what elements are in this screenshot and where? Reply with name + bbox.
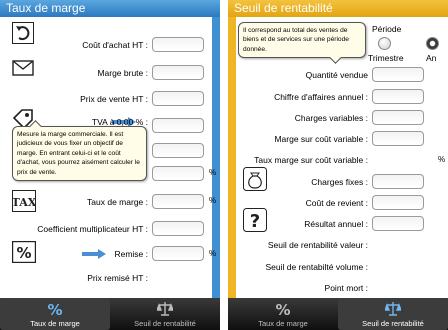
percent-tab-icon: % [275, 301, 290, 318]
quarter-label: Trimestre [368, 53, 404, 63]
tab-margin-rate[interactable]: % Taux de marge [228, 298, 338, 330]
break-even-volume-label: Seuil de rentabilté volume : [265, 262, 368, 272]
page-title: Seuil de rentabilité [228, 0, 448, 17]
selling-price-input[interactable] [152, 91, 204, 106]
purchase-cost-input[interactable] [152, 37, 204, 52]
tax-icon: TAX [12, 190, 37, 212]
margin-rate-tooltip: Mesure la marge commerciale. Il est judi… [12, 126, 147, 182]
variable-cost-margin-rate-label: Taux marge sur coût variable : [254, 155, 368, 165]
discount-label: Remise : [114, 249, 148, 259]
cost-price-label: Coût de revient : [305, 198, 368, 208]
svg-text:%: % [47, 301, 62, 318]
margin-rate-label: Taux de marge : [87, 197, 148, 207]
margin-rate-screen: Taux de marge TAX % Coût d'achat HT : Ma… [0, 0, 220, 330]
selling-price-label: Prix de vente HT : [80, 94, 148, 104]
margin-rate-unit: % [209, 196, 217, 205]
tooltip-text: Mesure la marge commerciale. Il est judi… [17, 131, 140, 176]
percent-icon: % [11, 240, 37, 264]
year-radio[interactable] [426, 37, 439, 50]
turnover-tooltip: Il correspond au total des ventes de bie… [238, 22, 366, 59]
scale-tab-icon [385, 302, 401, 316]
break-even-screen: Seuil de rentabilité Période Trimestre A… [228, 0, 448, 330]
tab-bar: % Taux de marge Seuil de rentabilité [228, 298, 448, 330]
year-label: An [426, 53, 437, 63]
svg-text:%: % [16, 244, 31, 262]
fixed-costs-input[interactable] [372, 174, 424, 189]
hidden-value-input[interactable] [152, 166, 204, 181]
hidden-percent-unit: % [209, 168, 217, 177]
screen-gap [220, 0, 228, 330]
side-stripe [228, 17, 236, 298]
envelope-icon [12, 57, 34, 79]
vat-input[interactable] [152, 118, 204, 133]
break-even-value-label: Seuil de rentabilité valeur : [267, 240, 368, 250]
multiplier-coefficient-input[interactable] [152, 221, 204, 236]
tab-break-even[interactable]: Seuil de rentabilité [110, 298, 220, 330]
multiplier-coefficient-label: Coefficient multiplicateur HT : [37, 224, 148, 234]
undo-arrow-icon [12, 22, 34, 44]
svg-text:?: ? [250, 211, 260, 232]
tab-break-even[interactable]: Seuil de rentabilité [338, 298, 448, 330]
cost-price-input[interactable] [372, 195, 424, 210]
discount-unit: % [209, 249, 217, 258]
variable-cost-margin-rate-unit: % [438, 155, 446, 164]
question-icon: ? [243, 208, 267, 232]
period-label: Période [372, 24, 402, 34]
tab-bar: % Taux de marge Seuil de rentabilité [0, 298, 220, 330]
annual-result-input[interactable] [372, 216, 424, 231]
gross-margin-label: Marge brute : [97, 68, 148, 78]
tooltip-text: Il correspond au total des ventes de bie… [243, 27, 349, 53]
annual-result-label: Résultat annuel : [304, 219, 368, 229]
variable-cost-margin-input[interactable] [372, 131, 424, 146]
gross-margin-input[interactable] [152, 65, 204, 80]
variable-costs-label: Charges variables : [294, 113, 368, 123]
variable-costs-input[interactable] [372, 110, 424, 125]
annual-turnover-input[interactable] [372, 89, 424, 104]
quantity-sold-label: Quantité vendue [305, 70, 368, 80]
tab-label: Seuil de rentabilité [362, 319, 424, 328]
tab-label: Seuil de rentabilité [134, 319, 196, 328]
arrow-indicator [82, 249, 106, 259]
variable-cost-margin-label: Marge sur coût variable : [274, 134, 368, 144]
money-bag-icon [243, 167, 267, 191]
percent-tab-icon: % [47, 301, 62, 318]
svg-text:TAX: TAX [12, 196, 36, 209]
svg-text:%: % [275, 301, 290, 318]
annual-turnover-label: Chiffre d'affaires annuel : [274, 92, 368, 102]
discount-input[interactable] [152, 246, 204, 261]
hidden-rate-input[interactable] [152, 143, 204, 158]
dead-point-label: Point mort : [324, 283, 368, 293]
page-title: Taux de marge [0, 0, 220, 17]
tab-margin-rate[interactable]: % Taux de marge [0, 298, 110, 330]
tab-label: Taux de marge [258, 319, 308, 328]
fixed-costs-label: Charges fixes : [311, 177, 368, 187]
scale-tab-icon [157, 302, 173, 316]
quantity-sold-input[interactable] [372, 67, 424, 82]
quarter-radio[interactable] [378, 37, 391, 50]
margin-rate-input[interactable] [152, 194, 204, 209]
tab-label: Taux de marge [30, 319, 80, 328]
discounted-price-label: Prix remisé HT : [87, 273, 148, 283]
purchase-cost-label: Coût d'achat HT : [82, 40, 148, 50]
